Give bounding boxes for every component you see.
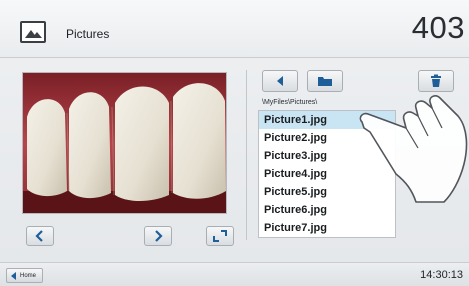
- folder-path: \MyFiles\Pictures\: [262, 99, 318, 106]
- back-button[interactable]: [262, 70, 298, 92]
- home-button[interactable]: Home: [6, 268, 44, 283]
- next-picture-button[interactable]: [144, 226, 172, 246]
- pointing-hand-overlay: [359, 95, 468, 203]
- image-viewer: [10, 66, 238, 254]
- expand-icon: [213, 230, 227, 242]
- footer-bar: Home 14:30:13: [0, 262, 469, 286]
- folder-button[interactable]: [307, 70, 343, 92]
- picture-icon: [20, 21, 46, 43]
- home-label: Home: [20, 272, 37, 279]
- chevron-right-icon: [155, 230, 163, 242]
- photo-preview: [22, 72, 227, 214]
- arrow-left-icon: [277, 76, 283, 86]
- fullscreen-button[interactable]: [206, 226, 234, 246]
- clock: 14:30:13: [420, 269, 463, 281]
- arrow-left-icon: [11, 271, 16, 280]
- folder-icon: [318, 77, 332, 86]
- panel-divider: [246, 70, 247, 240]
- header-bar: Pictures 403: [0, 0, 469, 58]
- counter-value: 403: [411, 10, 465, 45]
- chevron-left-icon: [35, 230, 43, 242]
- previous-picture-button[interactable]: [26, 226, 54, 246]
- pictures-screen: Pictures 403 \MyFiles\Pictures\ Picture1…: [0, 0, 469, 286]
- file-item-picture7[interactable]: Picture7.jpg: [259, 219, 395, 237]
- page-title: Pictures: [66, 27, 110, 41]
